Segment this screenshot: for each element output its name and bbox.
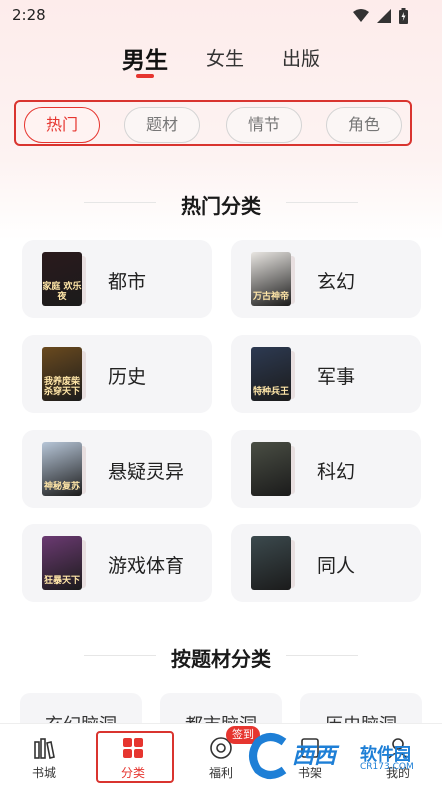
chip-theme[interactable]: 题材 [124, 107, 200, 143]
chip-hot[interactable]: 热门 [24, 107, 100, 143]
category-label: 悬疑灵异 [108, 461, 185, 483]
category-label: 历史 [108, 366, 147, 388]
status-bar: 2:28 [0, 0, 442, 32]
book-cover-stack [251, 536, 295, 590]
book-cover-stack: 家庭 欢乐夜 [42, 252, 86, 306]
cover-title: 特种兵王 [252, 387, 289, 397]
category-card[interactable]: 我养废柴 杀穿天下 历史 [22, 335, 212, 413]
active-nav-highlight [96, 731, 174, 783]
book-cover-stack: 狂暴天下 [42, 536, 86, 590]
hot-section-title: 热门分类 [181, 194, 261, 218]
book-cover-stack: 特种兵王 [251, 347, 295, 401]
book-cover-image: 特种兵王 [251, 347, 291, 401]
category-label: 军事 [317, 366, 356, 388]
category-card[interactable]: 特种兵王 军事 [231, 335, 421, 413]
active-tab-indicator [136, 74, 154, 78]
topic-section-title: 按题材分类 [171, 647, 271, 671]
nav-bookstore[interactable]: 书城 [4, 724, 84, 786]
filter-chip-bar: 热门 题材 情节 角色 [14, 100, 412, 146]
book-cover-image: 狂暴天下 [42, 536, 82, 590]
book-cover-image [251, 536, 291, 590]
book-cover-stack [251, 442, 295, 496]
category-card[interactable]: 狂暴天下 游戏体育 [22, 524, 212, 602]
category-card[interactable]: 科幻 [231, 430, 421, 508]
category-card[interactable]: 同人 [231, 524, 421, 602]
category-label: 都市 [108, 271, 147, 293]
book-cover-image: 万古神帝 [251, 252, 291, 306]
category-card[interactable]: 万古神帝 玄幻 [231, 240, 421, 318]
tab-female[interactable]: 女生 [206, 44, 244, 71]
tab-male[interactable]: 男生 [122, 41, 168, 75]
book-cover-stack: 我养废柴 杀穿天下 [42, 347, 86, 401]
battery-icon [399, 8, 408, 24]
category-card[interactable]: 家庭 欢乐夜 都市 [22, 240, 212, 318]
wifi-icon [353, 9, 369, 22]
watermark-brand: 西西 [292, 744, 337, 769]
category-label: 玄幻 [317, 271, 356, 293]
category-label: 科幻 [317, 461, 356, 483]
watermark-url: CR173.COM [360, 762, 414, 772]
book-cover-image [251, 442, 291, 496]
book-cover-stack: 万古神帝 [251, 252, 295, 306]
heading-divider-right [286, 202, 358, 203]
cover-title: 狂暴天下 [43, 576, 80, 586]
book-cover-image: 家庭 欢乐夜 [42, 252, 82, 306]
category-label: 同人 [317, 555, 356, 577]
chip-plot[interactable]: 情节 [226, 107, 302, 143]
book-cover-stack: 神秘复苏 [42, 442, 86, 496]
signal-icon [377, 9, 391, 23]
category-card[interactable]: 神秘复苏 悬疑灵异 [22, 430, 212, 508]
status-time: 2:28 [12, 6, 46, 24]
cover-title: 万古神帝 [252, 292, 289, 302]
cover-title: 神秘复苏 [43, 482, 80, 492]
watermark-logo: 西西 软件园 CR173.COM [248, 730, 442, 784]
book-cover-image: 我养废柴 杀穿天下 [42, 347, 82, 401]
heading-divider-right [286, 655, 358, 656]
watermark-c-icon [249, 733, 287, 779]
cover-title: 我养废柴 杀穿天下 [43, 377, 80, 397]
book-cover-image: 神秘复苏 [42, 442, 82, 496]
bookstore-icon [34, 738, 55, 759]
category-label: 游戏体育 [108, 555, 185, 577]
status-icons [353, 8, 408, 24]
gender-tabs: 男生 女生 出版 [0, 44, 442, 84]
cover-title: 家庭 欢乐夜 [42, 282, 82, 302]
tab-publish[interactable]: 出版 [282, 44, 320, 71]
nav-label: 书城 [31, 766, 56, 780]
chip-role[interactable]: 角色 [326, 107, 402, 143]
